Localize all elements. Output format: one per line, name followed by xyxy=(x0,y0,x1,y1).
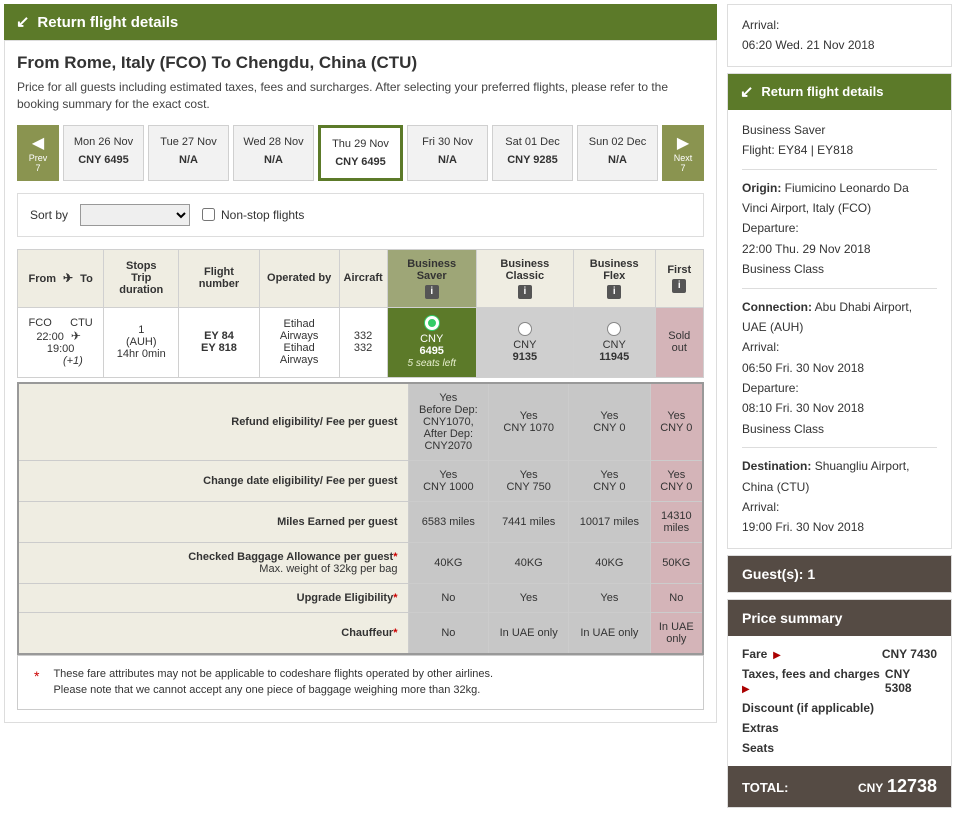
attr-chauffeur-label: Chauffeur* xyxy=(18,612,408,654)
info-icon: i xyxy=(518,285,532,299)
route-title: From Rome, Italy (FCO) To Chengdu, China… xyxy=(17,53,704,73)
attr-refund-classic: Yes CNY 1070 xyxy=(489,383,569,461)
nonstop-label[interactable]: Non-stop flights xyxy=(202,208,304,222)
fare-first: Sold out xyxy=(655,307,704,377)
attr-refund-first: Yes CNY 0 xyxy=(650,383,703,461)
col-from: From To xyxy=(18,249,104,307)
side-return-header: ↙ Return flight details xyxy=(728,74,951,110)
date-tab-active[interactable]: Thu 29 Nov CNY 6495 xyxy=(318,125,403,181)
attr-miles-label: Miles Earned per guest xyxy=(18,501,408,542)
prev-week-button[interactable]: ◀ Prev 7 xyxy=(17,125,59,181)
left-arrow-icon: ◀ xyxy=(32,133,44,153)
date-tab[interactable]: Sat 01 Dec CNY 9285 xyxy=(492,125,573,181)
expand-icon: ▶ xyxy=(770,650,780,661)
fare-saver[interactable]: CNY 6495 5 seats left xyxy=(387,307,476,377)
info-icon: i xyxy=(425,285,439,299)
next-week-button[interactable]: ▶ Next 7 xyxy=(662,125,704,181)
date-tab[interactable]: Mon 26 Nov CNY 6495 xyxy=(63,125,144,181)
expand-icon: ↙ xyxy=(16,12,29,32)
expand-icon: ↙ xyxy=(740,82,753,102)
col-flight: Flight number xyxy=(179,249,259,307)
date-tab[interactable]: Wed 28 Nov N/A xyxy=(233,125,314,181)
info-icon: i xyxy=(672,279,686,293)
expand-icon: ▶ xyxy=(742,684,750,695)
radio-selected-icon xyxy=(425,316,439,330)
plane-icon xyxy=(59,273,77,285)
col-flex: Business Flexi xyxy=(573,249,655,307)
attr-refund-flex: Yes CNY 0 xyxy=(569,383,650,461)
cell-fromto: FCO CTU 22:00 19:00 (+1) xyxy=(18,307,104,377)
flight-row: FCO CTU 22:00 19:00 (+1) 1 (AUH) 14hr 0m… xyxy=(18,307,704,377)
col-aircraft: Aircraft xyxy=(339,249,387,307)
radio-icon xyxy=(607,322,621,336)
attr-upgrade-label: Upgrade Eligibility* xyxy=(18,583,408,612)
attr-refund-saver: Yes Before Dep: CNY1070, After Dep: CNY2… xyxy=(408,383,489,461)
info-icon: i xyxy=(607,285,621,299)
price-tax-row[interactable]: Taxes, fees and charges ▶ CNY 5308 xyxy=(728,664,951,698)
cell-stops: 1 (AUH) 14hr 0min xyxy=(104,307,179,377)
price-discount-row: Discount (if applicable) xyxy=(728,698,951,718)
nonstop-checkbox[interactable] xyxy=(202,208,215,221)
side-arrival-label: Arrival: xyxy=(742,18,779,32)
price-fare-row[interactable]: Fare ▶ CNY 7430 xyxy=(728,644,951,664)
header-title: Return flight details xyxy=(37,14,178,31)
price-total: TOTAL: CNY 12738 xyxy=(728,766,951,807)
radio-icon xyxy=(518,322,532,336)
col-stops: StopsTrip duration xyxy=(104,249,179,307)
footnote: * These fare attributes may not be appli… xyxy=(17,655,704,710)
side-guests: Guest(s): 1 xyxy=(728,556,951,592)
return-flight-header: ↙ Return flight details xyxy=(4,4,717,40)
side-itinerary: Business Saver Flight: EY84 | EY818 Orig… xyxy=(728,110,951,548)
cell-flightnum[interactable]: EY 84EY 818 xyxy=(179,307,259,377)
side-arrival-val: 06:20 Wed. 21 Nov 2018 xyxy=(742,38,875,52)
attr-refund-label: Refund eligibility/ Fee per guest xyxy=(18,383,408,461)
attr-change-label: Change date eligibility/ Fee per guest xyxy=(18,460,408,501)
sort-label: Sort by xyxy=(30,208,68,222)
route-desc: Price for all guests including estimated… xyxy=(17,79,704,113)
date-tab[interactable]: Sun 02 Dec N/A xyxy=(577,125,658,181)
price-extras-row: Extras xyxy=(728,718,951,738)
attr-baggage-label: Checked Baggage Allowance per guest*Max.… xyxy=(18,542,408,583)
col-operator: Operated by xyxy=(259,249,339,307)
date-tab[interactable]: Fri 30 Nov N/A xyxy=(407,125,488,181)
cell-aircraft: 332332 xyxy=(339,307,387,377)
plane-icon xyxy=(67,331,85,343)
date-tab[interactable]: Tue 27 Nov N/A xyxy=(148,125,229,181)
fare-flex[interactable]: CNY 11945 xyxy=(573,307,655,377)
price-seats-row: Seats xyxy=(728,738,951,758)
col-saver: Business Saveri xyxy=(387,249,476,307)
col-classic: Business Classici xyxy=(476,249,573,307)
right-arrow-icon: ▶ xyxy=(677,133,689,153)
side-price-header: Price summary xyxy=(728,600,951,636)
cell-operator: Etihad AirwaysEtihad Airways xyxy=(259,307,339,377)
col-first: Firsti xyxy=(655,249,704,307)
fare-classic[interactable]: CNY 9135 xyxy=(476,307,573,377)
sort-select[interactable] xyxy=(80,204,190,226)
